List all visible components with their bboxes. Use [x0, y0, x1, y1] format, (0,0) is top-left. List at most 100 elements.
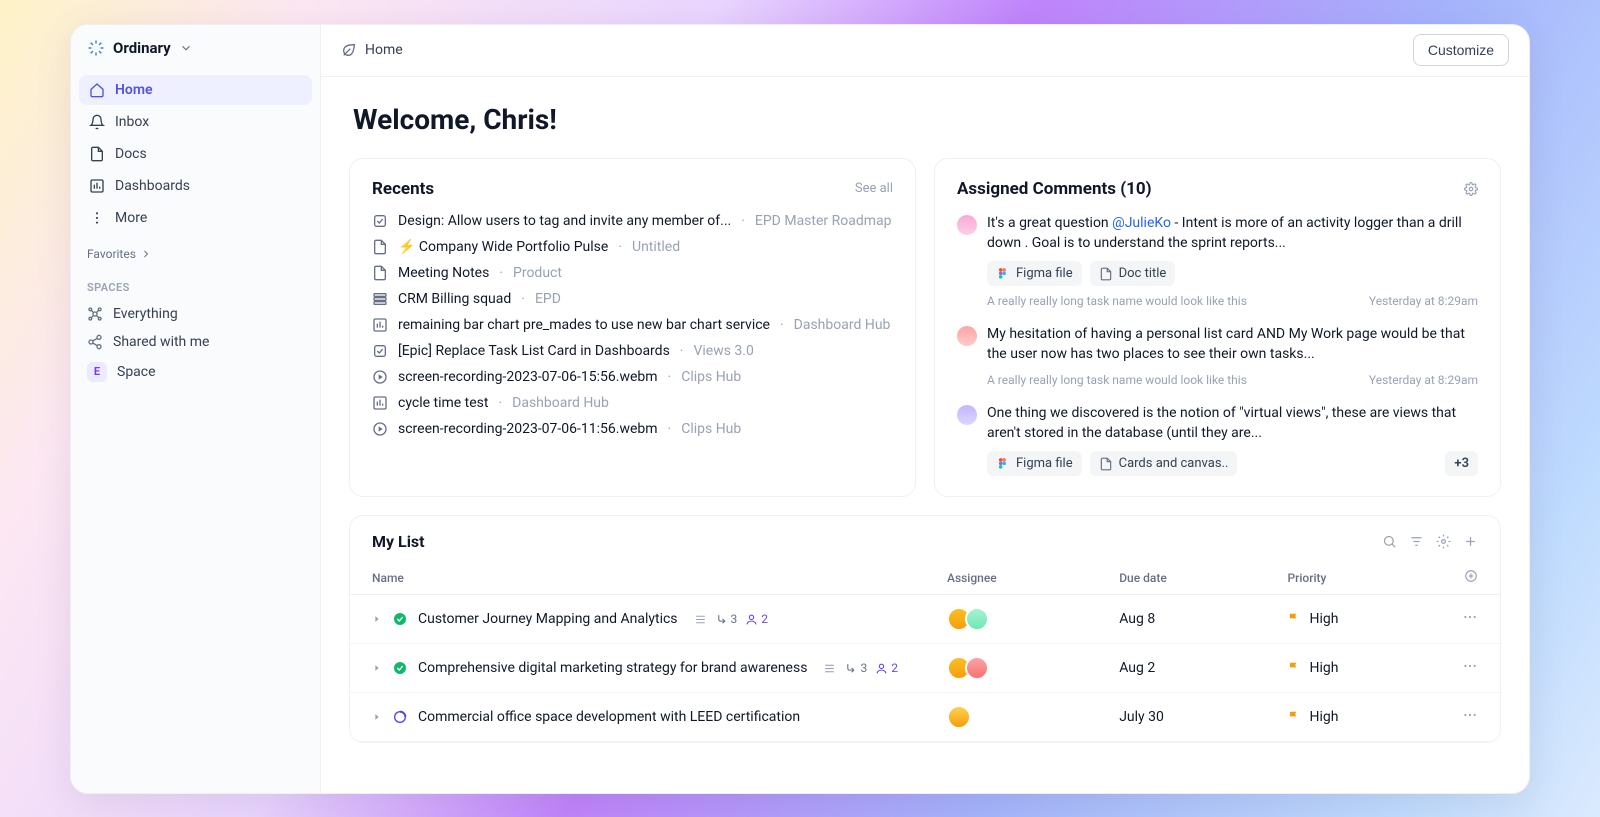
assignee-count[interactable]: 2	[745, 612, 768, 626]
comments-card: Assigned Comments (10) It's a great ques…	[934, 158, 1501, 498]
nav-docs[interactable]: Docs	[79, 139, 312, 169]
nav-dashboards[interactable]: Dashboards	[79, 171, 312, 201]
avatar	[957, 326, 977, 346]
spaces-label: SPACES	[71, 267, 320, 300]
attachment-chip[interactable]: Doc title	[1090, 261, 1176, 286]
more-horizontal-icon[interactable]	[1462, 707, 1478, 723]
breadcrumb[interactable]: Home	[341, 42, 403, 58]
avatar	[957, 405, 977, 425]
nav-home[interactable]: Home	[79, 75, 312, 105]
comment-text: It's a great question @JulieKo - Intent …	[987, 213, 1478, 254]
app-shell: Ordinary Home Inbox Docs Dashboards	[70, 24, 1530, 794]
comment-item[interactable]: One thing we discovered is the notion of…	[957, 403, 1478, 477]
gear-icon[interactable]	[1436, 534, 1451, 549]
extra-count-chip[interactable]: +3	[1445, 451, 1478, 476]
mylist-card: My List Name Assignee Due date	[349, 515, 1501, 743]
space-shared[interactable]: Shared with me	[71, 328, 320, 356]
workspace-switcher[interactable]: Ordinary	[71, 25, 320, 71]
filter-icon[interactable]	[1409, 534, 1424, 549]
recent-title: Design: Allow users to tag and invite an…	[398, 213, 731, 229]
gear-icon[interactable]	[1464, 182, 1478, 196]
share-icon	[87, 334, 103, 350]
col-due: Due date	[1097, 561, 1265, 595]
assignees[interactable]	[947, 607, 1075, 631]
mention[interactable]: @JulieKo	[1112, 215, 1171, 231]
cards-row: Recents See all Design: Allow users to t…	[349, 158, 1501, 498]
comment-attachments: Figma file Doc title	[987, 261, 1478, 286]
table-row[interactable]: Commercial office space development with…	[350, 693, 1500, 742]
recent-item[interactable]: remaining bar chart pre_mades to use new…	[372, 317, 893, 333]
comment-text: My hesitation of having a personal list …	[987, 324, 1478, 365]
see-all-link[interactable]: See all	[855, 181, 893, 196]
attachment-chip[interactable]: Cards and canvas..	[1090, 451, 1238, 476]
comment-item[interactable]: It's a great question @JulieKo - Intent …	[957, 213, 1478, 309]
subtask-count[interactable]: 3	[844, 661, 867, 675]
recent-item[interactable]: Design: Allow users to tag and invite an…	[372, 213, 893, 229]
recent-item[interactable]: screen-recording-2023-07-06-11:56.webm·C…	[372, 421, 893, 437]
space-item[interactable]: E Space	[71, 356, 320, 388]
nav-label: Inbox	[115, 114, 149, 130]
home-icon	[89, 82, 105, 98]
favorites-label: Favorites	[87, 247, 136, 261]
main: Home Customize Welcome, Chris! Recents S…	[321, 25, 1529, 793]
recent-title: screen-recording-2023-07-06-11:56.webm	[398, 421, 658, 437]
favorites-header[interactable]: Favorites	[71, 237, 320, 267]
more-vertical-icon	[89, 210, 105, 226]
mylist-actions	[1382, 534, 1478, 549]
recent-item[interactable]: [Epic] Replace Task List Card in Dashboa…	[372, 343, 893, 359]
workspace-logo-icon	[87, 39, 105, 57]
customize-button[interactable]: Customize	[1413, 34, 1509, 66]
expand-icon[interactable]	[372, 614, 382, 624]
primary-nav: Home Inbox Docs Dashboards More	[71, 71, 320, 237]
recent-item[interactable]: CRM Billing squad·EPD	[372, 291, 893, 307]
chevron-right-icon	[140, 248, 152, 260]
attachment-chip[interactable]: Figma file	[987, 261, 1082, 286]
assignee-count[interactable]: 2	[875, 661, 898, 675]
priority[interactable]: High	[1287, 660, 1418, 676]
comment-item[interactable]: My hesitation of having a personal list …	[957, 324, 1478, 387]
recent-item[interactable]: cycle time test·Dashboard Hub	[372, 395, 893, 411]
avatar	[957, 215, 977, 235]
expand-icon[interactable]	[372, 663, 382, 673]
priority[interactable]: High	[1287, 709, 1418, 725]
more-horizontal-icon[interactable]	[1462, 609, 1478, 625]
col-name: Name	[350, 561, 925, 595]
subtask-count[interactable]: 3	[715, 612, 738, 626]
table-row[interactable]: Customer Journey Mapping and Analytics32…	[350, 595, 1500, 644]
add-column-icon[interactable]	[1464, 569, 1478, 583]
nav-label: Dashboards	[115, 178, 190, 194]
topbar: Home Customize	[321, 25, 1529, 77]
assignees[interactable]	[947, 705, 1075, 729]
nav-label: Home	[115, 82, 153, 98]
recent-title: screen-recording-2023-07-06-15:56.webm	[398, 369, 658, 385]
priority[interactable]: High	[1287, 611, 1418, 627]
space-badge: E	[87, 362, 107, 382]
space-label: Everything	[113, 306, 178, 322]
recent-item[interactable]: Meeting Notes·Product	[372, 265, 893, 281]
recents-list: Design: Allow users to tag and invite an…	[372, 213, 893, 437]
comment-time: Yesterday at 8:29am	[1369, 373, 1478, 387]
nav-more[interactable]: More	[79, 203, 312, 233]
attachment-chip[interactable]: Figma file	[987, 451, 1082, 476]
space-everything[interactable]: Everything	[71, 300, 320, 328]
doc-icon	[89, 146, 105, 162]
recent-item[interactable]: ⚡ Company Wide Portfolio Pulse·Untitled	[372, 239, 893, 255]
recent-location: Dashboard Hub	[512, 395, 609, 411]
avatar	[965, 656, 989, 680]
table-row[interactable]: Comprehensive digital marketing strategy…	[350, 644, 1500, 693]
comment-attachments: Figma file Cards and canvas.. +3	[987, 451, 1478, 476]
comment-meta: A really really long task name would loo…	[987, 294, 1478, 308]
nav-inbox[interactable]: Inbox	[79, 107, 312, 137]
comment-meta: A really really long task name would loo…	[987, 373, 1478, 387]
nav-label: Docs	[115, 146, 147, 162]
assignees[interactable]	[947, 656, 1075, 680]
leaf-icon	[341, 42, 357, 58]
more-horizontal-icon[interactable]	[1462, 658, 1478, 674]
due-date: Aug 2	[1097, 644, 1265, 693]
plus-icon[interactable]	[1463, 534, 1478, 549]
recent-item[interactable]: screen-recording-2023-07-06-15:56.webm·C…	[372, 369, 893, 385]
recent-title: cycle time test	[398, 395, 488, 411]
expand-icon[interactable]	[372, 712, 382, 722]
search-icon[interactable]	[1382, 534, 1397, 549]
recent-location: EPD Master Roadmap	[755, 213, 892, 229]
